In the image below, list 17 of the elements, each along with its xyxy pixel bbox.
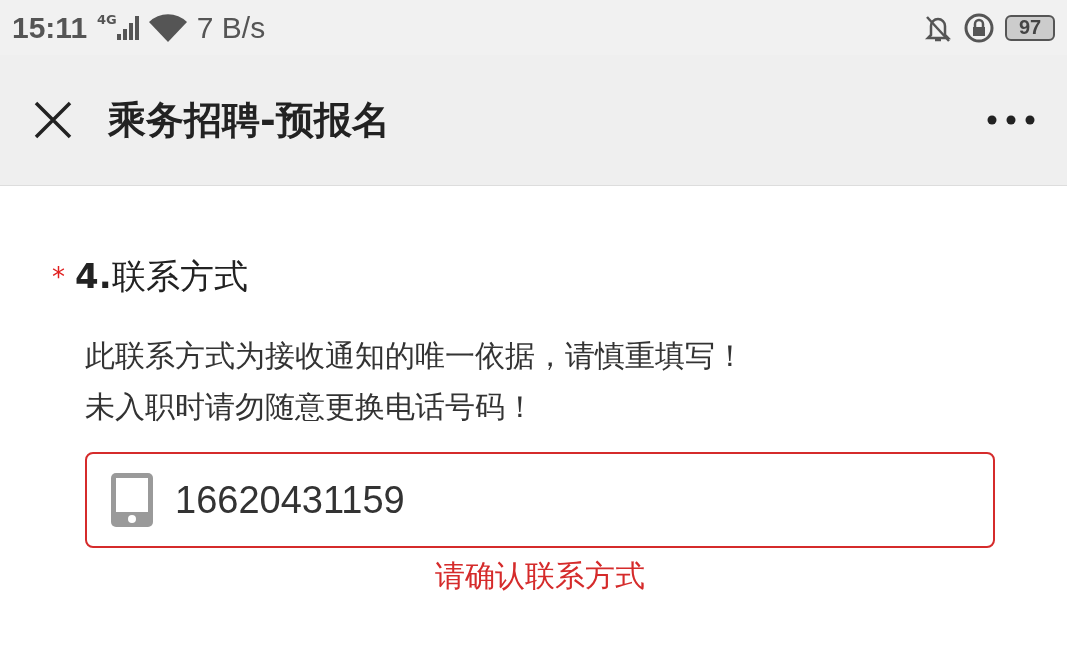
phone-icon (111, 473, 153, 527)
more-icon[interactable] (987, 115, 1035, 125)
error-message: 请确认联系方式 (435, 558, 645, 593)
rotation-lock-icon (963, 11, 995, 44)
network-speed: 7 B/s (196, 10, 266, 45)
question-description: 此联系方式为接收通知的唯一依据，请慎重填写！ (85, 337, 746, 375)
question-description: 未入职时请勿随意更换电话号码！ (85, 388, 536, 426)
signal-icon (116, 15, 139, 40)
wifi-icon (148, 13, 187, 42)
battery-level: 97 (1005, 14, 1055, 41)
question-title: 4.联系方式 (75, 255, 248, 298)
network-type: 4G (97, 12, 117, 27)
page-title: 乘务招聘-预报名 (108, 96, 391, 144)
required-marker: * (52, 262, 65, 292)
phone-input-field[interactable]: 16620431159 (85, 452, 995, 548)
clock-time: 15:11 (12, 10, 88, 45)
close-icon[interactable] (34, 101, 72, 139)
